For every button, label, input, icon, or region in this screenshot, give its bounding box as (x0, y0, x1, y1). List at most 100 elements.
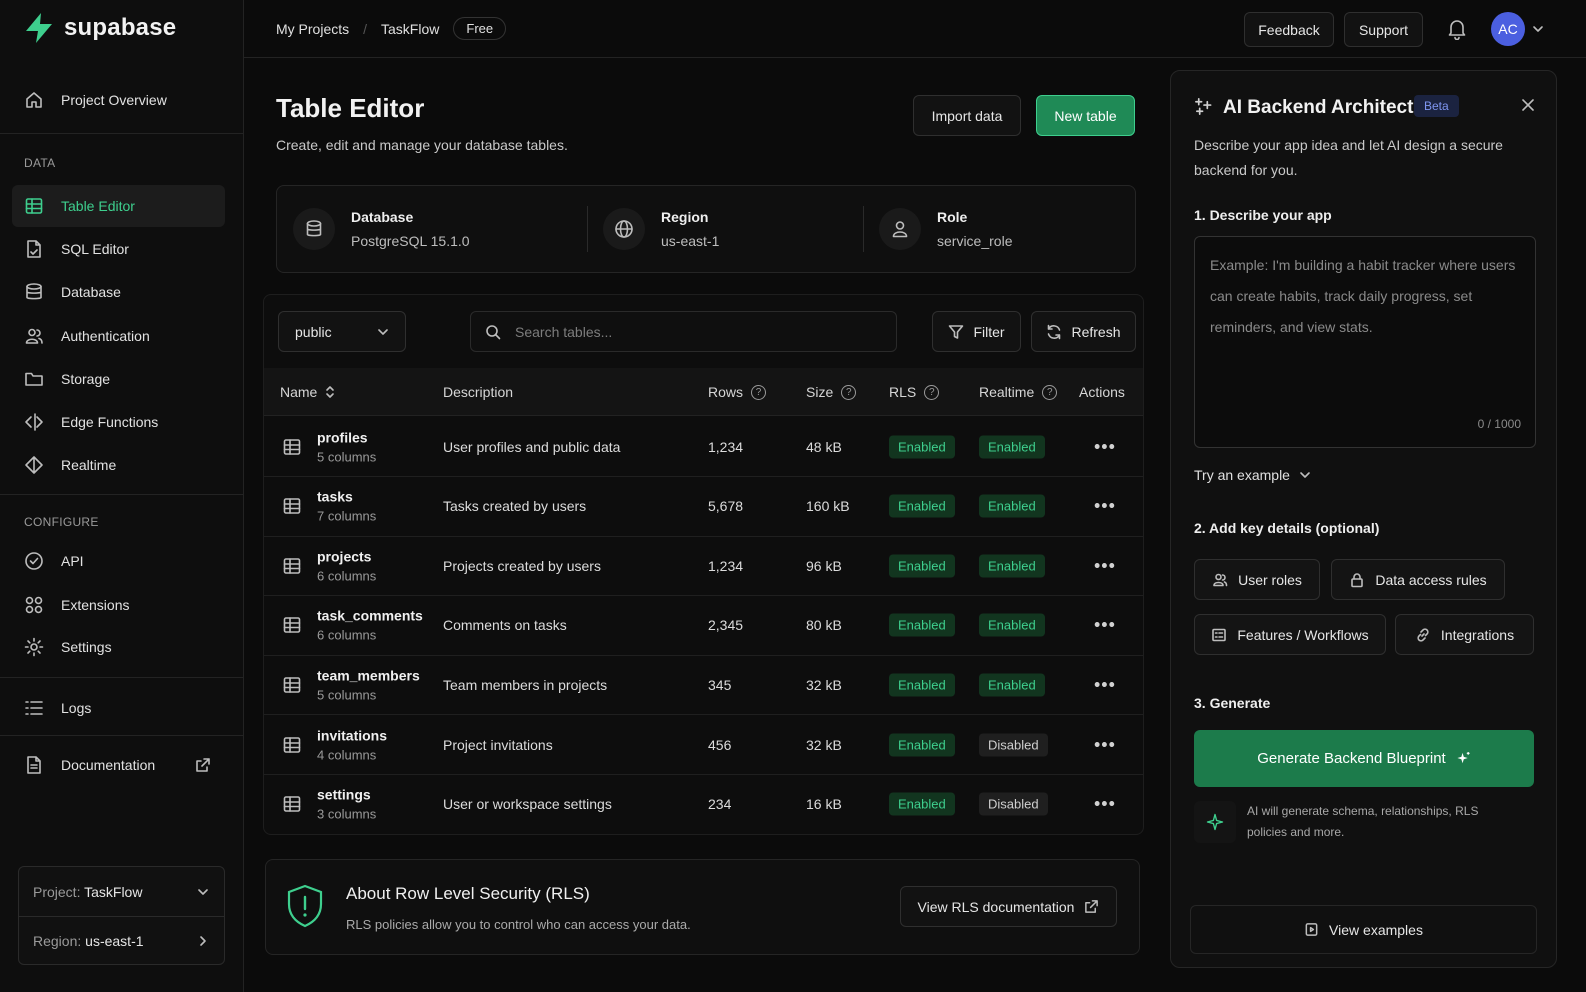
table-icon (25, 198, 43, 214)
row-actions-menu-icon[interactable]: ••• (1094, 734, 1116, 755)
new-table-button[interactable]: New table (1036, 95, 1135, 136)
chip-label: Features / Workflows (1237, 626, 1369, 643)
generate-blueprint-button[interactable]: Generate Backend Blueprint (1194, 730, 1534, 787)
sidebar-item-authentication[interactable]: Authentication (12, 315, 225, 357)
sidebar-item-extensions[interactable]: Extensions (12, 584, 225, 626)
chevron-down-icon[interactable] (1532, 23, 1544, 35)
column-realtime-header: Realtime? (979, 384, 1058, 400)
table-row[interactable]: task_comments 6 columns Comments on tasks 2… (264, 596, 1143, 656)
data-access-rules-chip[interactable]: Data access rules (1331, 559, 1505, 600)
try-example-dropdown[interactable]: Try an example (1194, 467, 1311, 483)
table-description: Team members in projects (443, 676, 608, 693)
features-workflows-chip[interactable]: Features / Workflows (1194, 614, 1386, 655)
breadcrumb-my-projects[interactable]: My Projects (276, 21, 349, 37)
integrations-chip[interactable]: Integrations (1395, 614, 1534, 655)
close-icon[interactable] (1521, 98, 1535, 112)
external-link-icon (196, 758, 210, 772)
app-description-textarea[interactable] (1210, 250, 1522, 410)
sidebar-item-project-overview[interactable]: Project Overview (12, 79, 225, 121)
table-row[interactable]: tasks 7 columns Tasks created by users 5,67… (264, 477, 1143, 537)
feedback-button[interactable]: Feedback (1244, 12, 1334, 47)
table-column-count: 5 columns (317, 687, 377, 703)
sidebar-item-settings[interactable]: Settings (12, 626, 225, 668)
database-icon (306, 220, 322, 237)
help-icon[interactable]: ? (841, 384, 857, 400)
sidebar-item-edge-functions[interactable]: Edge Functions (12, 401, 225, 443)
chip-label: Integrations (1440, 626, 1515, 643)
user-roles-chip[interactable]: User roles (1194, 559, 1320, 600)
import-data-button[interactable]: Import data (913, 95, 1021, 136)
api-icon (25, 552, 43, 570)
table-name[interactable]: invitations (317, 727, 387, 743)
help-icon[interactable]: ? (924, 384, 940, 400)
top-bar: My Projects / TaskFlow Free Feedback Sup… (244, 0, 1586, 58)
info-icon-wrap (603, 208, 645, 250)
table-name[interactable]: team_members (317, 667, 420, 683)
table-row-count: 234 (708, 796, 732, 813)
refresh-button[interactable]: Refresh (1031, 311, 1136, 352)
table-name[interactable]: settings (317, 787, 376, 803)
generate-note: AI will generate schema, relationships, … (1247, 804, 1479, 839)
rls-status-badge: Enabled (889, 792, 955, 816)
sidebar-item-documentation[interactable]: Documentation (12, 744, 225, 786)
row-actions-menu-icon[interactable]: ••• (1094, 496, 1116, 517)
realtime-status-badge: Enabled (979, 613, 1045, 637)
help-icon[interactable]: ? (1042, 384, 1058, 400)
project-info-card: Database PostgreSQL 15.1.0 Region us-eas… (276, 185, 1136, 273)
schema-select[interactable]: public (278, 311, 406, 352)
view-rls-docs-button[interactable]: View RLS documentation (900, 886, 1117, 927)
help-icon[interactable]: ? (751, 384, 767, 400)
breadcrumb-project[interactable]: TaskFlow (381, 21, 439, 37)
sql-file-icon (27, 240, 41, 258)
table-row[interactable]: settings 3 columns User or workspace setti… (264, 775, 1143, 834)
row-actions-menu-icon[interactable]: ••• (1094, 615, 1116, 636)
code-icon (25, 413, 43, 431)
project-name: TaskFlow (84, 883, 143, 900)
sidebar-item-label: Database (61, 284, 121, 300)
view-examples-button[interactable]: View examples (1190, 905, 1537, 954)
rls-info-card: About Row Level Security (RLS) RLS polic… (265, 859, 1140, 955)
bell-icon[interactable] (1447, 18, 1467, 40)
chevron-down-icon (1300, 472, 1310, 478)
table-name[interactable]: profiles (317, 429, 376, 445)
sparkle-icon (1206, 813, 1224, 831)
sidebar-item-database[interactable]: Database (12, 271, 225, 313)
link-icon (1417, 627, 1429, 642)
supabase-logo[interactable]: supabase (24, 12, 176, 44)
project-switcher[interactable]: Project: TaskFlow (19, 867, 224, 916)
sidebar-item-realtime[interactable]: Realtime (12, 444, 225, 486)
column-name-header[interactable]: Name (280, 384, 335, 400)
table-row[interactable]: team_members 5 columns Team members in pro… (264, 655, 1143, 716)
sidebar-item-table-editor[interactable]: Table Editor (12, 185, 225, 227)
sidebar-item-sql-editor[interactable]: SQL Editor (12, 228, 225, 270)
filter-button[interactable]: Filter (932, 311, 1021, 352)
sidebar-item-storage[interactable]: Storage (12, 358, 225, 400)
folder-icon (25, 372, 43, 386)
row-actions-menu-icon[interactable]: ••• (1094, 436, 1116, 457)
column-rows-header: Rows? (708, 384, 767, 400)
avatar[interactable]: AC (1491, 12, 1525, 46)
row-actions-menu-icon[interactable]: ••• (1094, 674, 1116, 695)
sidebar-item-api[interactable]: API (12, 540, 225, 582)
search-input[interactable] (515, 323, 875, 340)
support-button[interactable]: Support (1344, 12, 1423, 47)
info-value: service_role (937, 233, 1013, 249)
breadcrumb-separator: / (363, 20, 368, 37)
table-column-count: 4 columns (317, 747, 377, 762)
table-description: Project invitations (443, 736, 553, 753)
sidebar-item-logs[interactable]: Logs (12, 687, 225, 729)
table-row[interactable]: invitations 4 columns Project invitations 4… (264, 715, 1143, 775)
row-actions-menu-icon[interactable]: ••• (1094, 555, 1116, 576)
info-label: Database (351, 209, 414, 225)
table-name[interactable]: projects (317, 548, 376, 564)
table-name[interactable]: task_comments (317, 608, 423, 624)
sidebar-item-label: Extensions (61, 597, 130, 613)
table-row[interactable]: projects 6 columns Projects created by use… (264, 536, 1143, 597)
row-actions-menu-icon[interactable]: ••• (1094, 794, 1116, 815)
table-column-count: 5 columns (317, 449, 377, 464)
rls-status-badge: Enabled (889, 733, 955, 756)
region-switcher[interactable]: Region: us-east-1 (19, 916, 224, 965)
table-row[interactable]: profiles 5 columns User profiles and publi… (264, 417, 1143, 477)
view-rls-docs-label: View RLS documentation (917, 898, 1075, 915)
table-name[interactable]: tasks (317, 489, 376, 505)
